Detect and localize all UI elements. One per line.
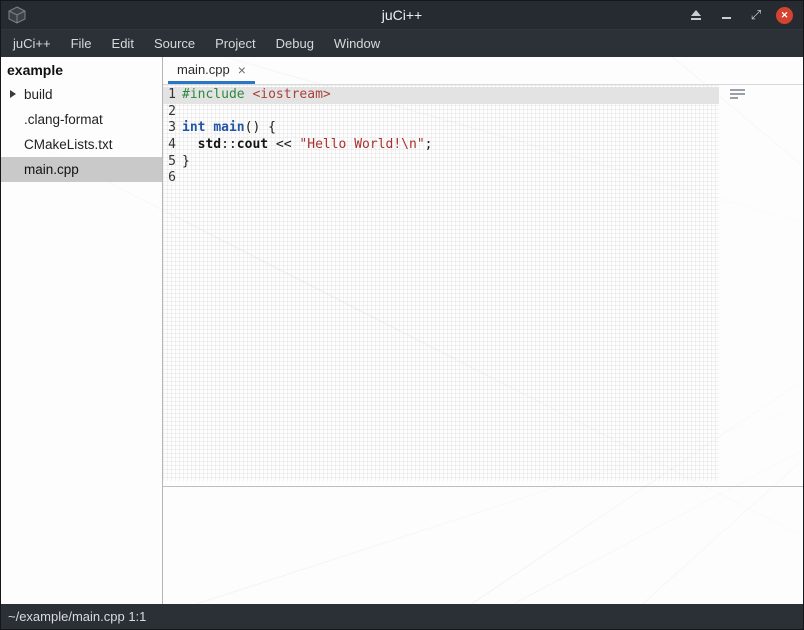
sidebar-item-main-cpp[interactable]: main.cpp (1, 157, 162, 182)
main-column: main.cpp × 1 #include <iostream> 23 int mai… (163, 57, 803, 604)
tree-root-label[interactable]: example (1, 57, 162, 82)
tree-item-label: build (24, 87, 53, 102)
code-text: std::cout << "Hello World!\n"; (182, 137, 432, 154)
scrollbar-overview-marks (730, 89, 745, 99)
code-line[interactable]: 3 int main() { (163, 120, 719, 137)
code-lines[interactable]: 1#include <iostream>23int main() {4 std:… (163, 85, 719, 481)
status-file-path: ~/example/main.cpp 1:1 (8, 609, 146, 624)
tab-main-cpp[interactable]: main.cpp × (168, 58, 255, 84)
close-button[interactable]: ✕ (776, 7, 793, 24)
file-tree-sidebar: example build .clang-format CMakeLists.t… (1, 57, 163, 604)
app-window: juCi++ ⤢ ✕ juCi++ File Edit Source Proje… (0, 0, 804, 630)
tab-label: main.cpp (177, 62, 230, 77)
close-icon: ✕ (781, 11, 789, 20)
code-line[interactable]: 4 std::cout << "Hello World!\n"; (163, 137, 719, 154)
sidebar-item-clang-format[interactable]: .clang-format (1, 107, 162, 132)
line-number: 2 (163, 104, 176, 121)
tab-close-icon[interactable]: × (238, 63, 246, 77)
minimize-icon (722, 17, 731, 19)
code-line[interactable]: 2 (163, 104, 719, 121)
window-title: juCi++ (1, 7, 803, 23)
title-bar[interactable]: juCi++ ⤢ ✕ (1, 1, 803, 29)
window-controls: ⤢ ✕ (686, 5, 803, 25)
tree-item-label: main.cpp (24, 162, 79, 177)
line-number: 6 (163, 170, 176, 187)
status-bar: ~/example/main.cpp 1:1 (1, 604, 803, 629)
expander-icon[interactable] (10, 90, 16, 98)
code-text: } (182, 154, 190, 171)
menu-edit[interactable]: Edit (102, 30, 144, 57)
menu-source[interactable]: Source (144, 30, 205, 57)
maximize-icon: ⤢ (751, 7, 761, 23)
code-text: #include <iostream> (182, 87, 331, 104)
line-number: 4 (163, 137, 176, 154)
line-number: 1 (163, 87, 176, 104)
maximize-button[interactable]: ⤢ (746, 5, 766, 25)
eject-icon (691, 10, 701, 20)
app-icon (7, 5, 27, 25)
menu-file[interactable]: File (61, 30, 102, 57)
tab-bar: main.cpp × (163, 57, 803, 85)
menu-project[interactable]: Project (205, 30, 265, 57)
menu-bar: juCi++ File Edit Source Project Debug Wi… (1, 29, 803, 57)
sidebar-item-build[interactable]: build (1, 82, 162, 107)
code-line[interactable]: 5} (163, 154, 719, 171)
terminal-panel[interactable] (163, 487, 803, 604)
menu-jucipp[interactable]: juCi++ (3, 30, 61, 57)
content-area: example build .clang-format CMakeLists.t… (1, 57, 803, 604)
code-editor[interactable]: 1#include <iostream>23int main() {4 std:… (163, 85, 803, 486)
sidebar-item-cmakelists[interactable]: CMakeLists.txt (1, 132, 162, 157)
tree-item-label: CMakeLists.txt (24, 137, 113, 152)
code-line[interactable]: 1 #include <iostream> (163, 87, 719, 104)
code-text: int main() { (182, 120, 276, 137)
menu-window[interactable]: Window (324, 30, 390, 57)
code-line[interactable]: 6 (163, 170, 719, 187)
tree-item-label: .clang-format (24, 112, 103, 127)
menu-debug[interactable]: Debug (266, 30, 324, 57)
minimize-button[interactable] (716, 5, 736, 25)
line-number: 5 (163, 154, 176, 171)
line-number: 3 (163, 120, 176, 137)
keep-above-icon[interactable] (686, 5, 706, 25)
